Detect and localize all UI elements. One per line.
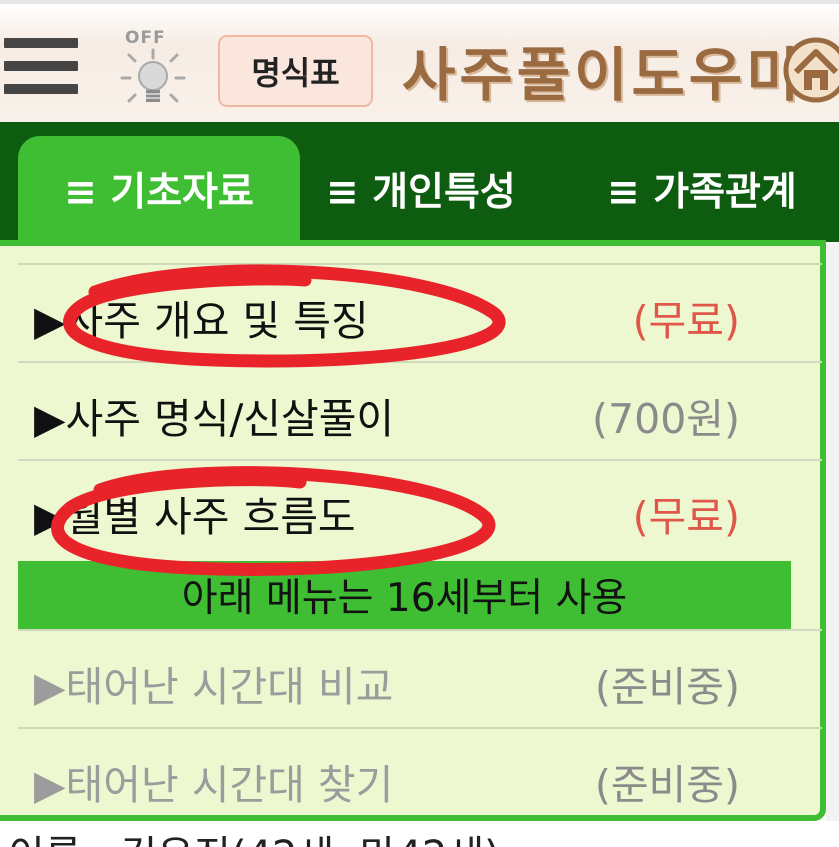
basic-data-dropdown: ▶사주 개요 및 특징 (무료) ▶사주 명식/신살풀이 (700원) ▶월별 … bbox=[0, 240, 826, 821]
top-header: OFF 명식표 사주풀이도우미 bbox=[0, 0, 839, 122]
app-logo-text: 사주풀이도우미 bbox=[402, 41, 804, 109]
age-notice-banner: 아래 메뉴는 16세부터 사용 bbox=[18, 561, 791, 629]
menu-item-myeongsik-sinsal[interactable]: ▶사주 명식/신살풀이 (700원) bbox=[18, 361, 822, 459]
menu-item-label: ▶사주 명식/신살풀이 bbox=[34, 395, 395, 443]
menu-item-price: (무료) bbox=[632, 297, 740, 345]
tab-personal-traits[interactable]: ≡ 개인특성 bbox=[326, 136, 516, 242]
menu-item-monthly-flow[interactable]: ▶월별 사주 흐름도 (무료) bbox=[18, 459, 822, 557]
menu-item-label: ▶태어난 시간대 비교 bbox=[34, 663, 394, 711]
menu-item-price: (무료) bbox=[632, 493, 740, 541]
myeongsik-button[interactable]: 명식표 bbox=[218, 35, 373, 107]
menu-item-status: (준비중) bbox=[594, 761, 740, 809]
hamburger-icon[interactable] bbox=[4, 38, 78, 94]
profile-info-strip: 이름 : 김유진(42세, 만42세) bbox=[0, 821, 839, 847]
light-toggle[interactable]: OFF bbox=[118, 28, 188, 108]
menu-item-birth-time-compare: ▶태어난 시간대 비교 (준비중) bbox=[18, 629, 822, 727]
menu-item-label: ▶사주 개요 및 특징 bbox=[34, 297, 369, 345]
lightbulb-icon bbox=[120, 48, 186, 103]
category-nav: ≡ 기초자료 ≡ 개인특성 ≡ 가족관계 bbox=[0, 122, 839, 242]
home-icon[interactable] bbox=[782, 28, 839, 108]
menu-item-label: ▶태어난 시간대 찾기 bbox=[34, 761, 394, 809]
menu-item-price: (700원) bbox=[592, 395, 740, 443]
tab-basic-data[interactable]: ≡ 기초자료 bbox=[18, 136, 300, 242]
menu-item-birth-time-find: ▶태어난 시간대 찾기 (준비중) bbox=[18, 727, 822, 825]
menu-item-status: (준비중) bbox=[594, 663, 740, 711]
profile-info-text: 이름 : 김유진(42세, 만42세) bbox=[8, 823, 500, 847]
background-edge bbox=[826, 242, 839, 832]
menu-item-saju-overview[interactable]: ▶사주 개요 및 특징 (무료) bbox=[18, 263, 822, 361]
menu-item-label: ▶월별 사주 흐름도 bbox=[34, 493, 356, 541]
tab-family-relations[interactable]: ≡ 가족관계 bbox=[607, 136, 797, 242]
